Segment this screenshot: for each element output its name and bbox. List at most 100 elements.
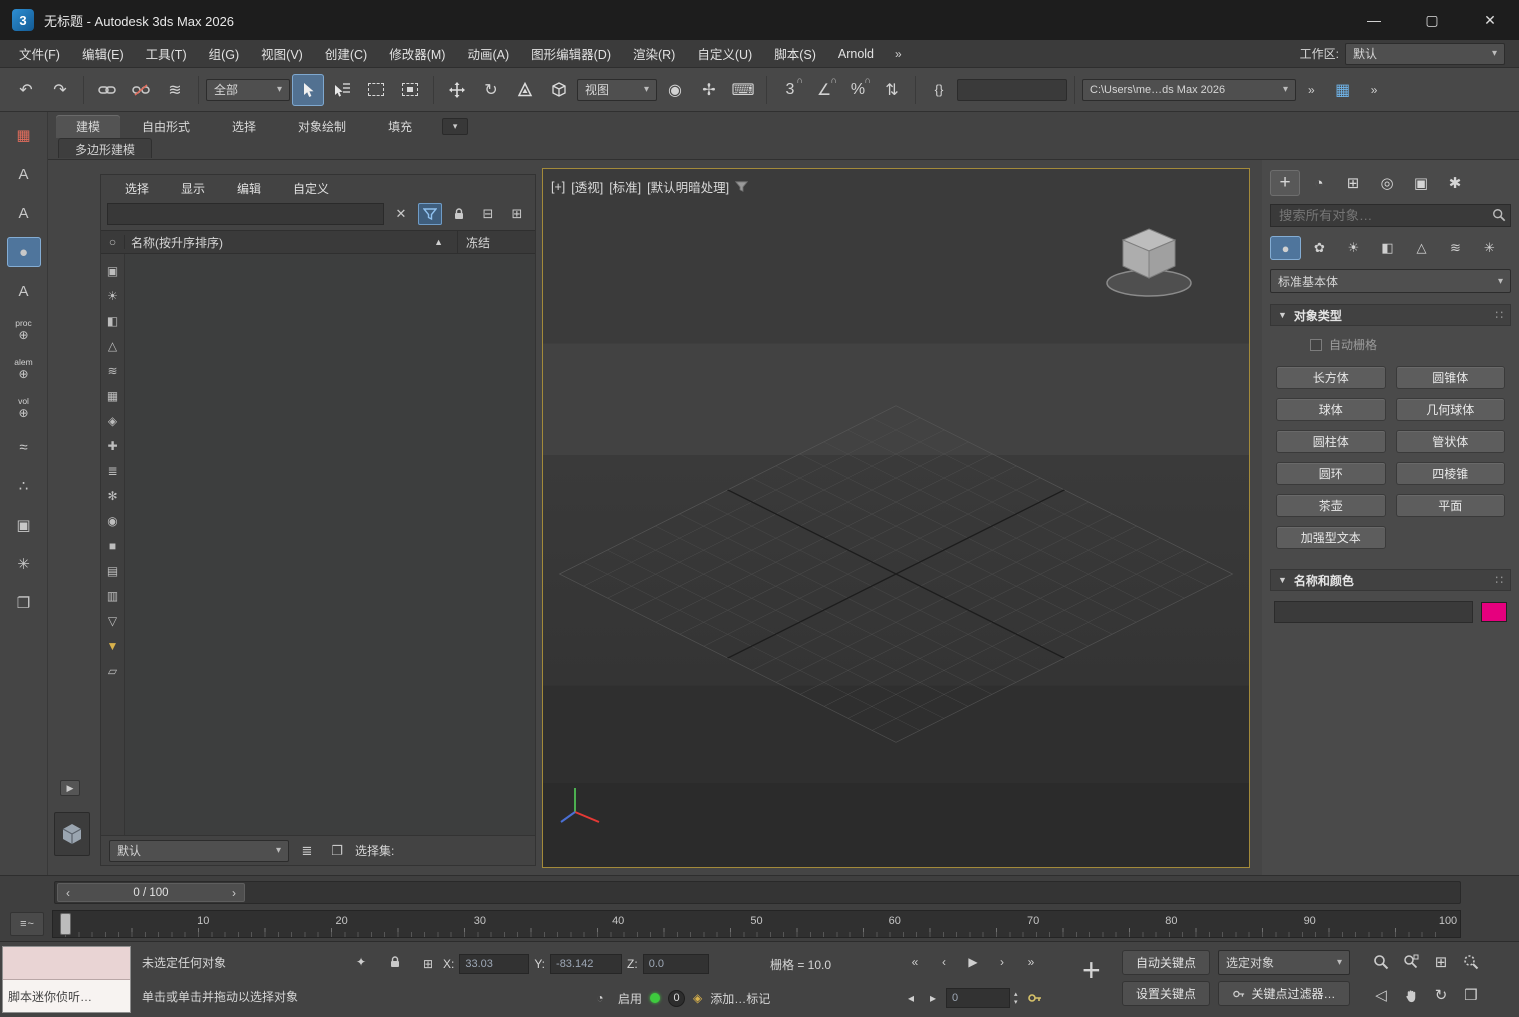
listener-script-pane[interactable]: 脚本迷你侦听… [3,980,130,1012]
ribbon-tab-modeling[interactable]: 建模 [56,115,120,138]
category-helpers-icon[interactable]: △ [1406,236,1437,260]
per-view-filter-icon[interactable] [735,180,748,193]
pan-button[interactable] [1396,980,1426,1010]
current-frame-field[interactable] [946,988,1010,1008]
workspace-dropdown[interactable]: 默认 ▾ [1345,43,1505,65]
z-coordinate-field[interactable] [643,954,709,974]
display-frozen-icon[interactable]: ■ [104,537,122,555]
object-type-rollout-header[interactable]: ▼ 对象类型 ∷ [1270,304,1511,326]
object-category-dropdown[interactable]: 标准基本体 ▾ [1270,269,1511,293]
frozen-column-header[interactable]: 冻结 [457,231,535,253]
select-and-link-icon[interactable] [91,74,123,106]
key-filters-button[interactable]: 关键点过滤器… [1218,981,1350,1006]
time-config-icon[interactable]: ◔ [590,986,610,1010]
object-color-swatch[interactable] [1481,602,1507,622]
use-pivot-center-button[interactable]: ◉ [659,74,691,106]
pick-layout-button[interactable]: ❐ [325,840,349,862]
display-layers-icon[interactable]: ≣ [104,462,122,480]
viewport-layout-tab[interactable] [54,812,90,856]
add-time-tag-label[interactable]: 添加…标记 [710,990,770,1007]
viewport-general-menu[interactable]: [+] [551,180,565,194]
minimize-button[interactable]: — [1345,0,1403,40]
filter-funnel-icon[interactable] [418,203,442,225]
light-text-icon[interactable]: A [7,276,41,306]
zoom-all-button[interactable] [1396,947,1426,977]
display-xrefs-icon[interactable]: ◈ [104,412,122,430]
tab-utilities-icon[interactable]: ✱ [1440,170,1470,196]
angle-snap-toggle[interactable]: ∠∩ [808,74,840,106]
auto-key-button[interactable]: 自动关键点 [1122,950,1210,975]
spinner-snap-toggle[interactable]: ⇅ [876,74,908,106]
sphere-button[interactable]: 球体 [1276,398,1386,421]
goto-end-button[interactable]: » [1018,950,1044,974]
coord-mode-icon[interactable]: ⊞ [418,952,438,976]
vol-tool-icon[interactable]: vol⊕ [7,393,41,423]
annotate-text-icon[interactable]: A [7,159,41,189]
viewport-canvas-icon[interactable]: ▦ [7,120,41,150]
explorer-menu-edit[interactable]: 编辑 [223,177,275,200]
category-spacewarps-icon[interactable]: ≋ [1440,236,1471,260]
object-name-field[interactable] [1274,601,1473,623]
name-color-rollout-header[interactable]: ▼ 名称和颜色 ∷ [1270,569,1511,591]
ribbon-tab-selection[interactable]: 选择 [212,115,276,138]
selection-lock-toggle[interactable] [382,950,408,974]
cone-button[interactable]: 圆锥体 [1396,366,1506,389]
explorer-object-list[interactable] [125,254,535,835]
select-and-rotate-button[interactable]: ↻ [475,74,507,106]
proc-tool-icon[interactable]: proc⊕ [7,315,41,345]
select-and-move-button[interactable] [441,74,473,106]
ribbon-subtab-polygon-modeling[interactable]: 多边形建模 [58,138,152,158]
display-modifiers-icon[interactable]: ✚ [104,437,122,455]
snaps-toggle-3d[interactable]: 3∩ [774,74,806,106]
maximize-button[interactable]: ▢ [1403,0,1461,40]
key-mode-back-icon[interactable]: ◂ [902,986,920,1010]
key-mode-forward-icon[interactable]: ▸ [924,986,942,1010]
percent-snap-toggle[interactable]: %∩ [842,74,874,106]
alem-tool-icon[interactable]: alem⊕ [7,354,41,384]
teapot-button[interactable]: 茶壶 [1276,494,1386,517]
rectangular-selection-region-button[interactable] [360,74,392,106]
annotate-shapes-icon[interactable]: A [7,198,41,228]
display-cameras-icon[interactable]: ◧ [104,312,122,330]
sphere-tool-icon[interactable]: ● [7,237,41,267]
orbit-button[interactable]: ↻ [1426,980,1456,1010]
pyramid-button[interactable]: 四棱锥 [1396,462,1506,485]
category-systems-icon[interactable]: ✳ [1474,236,1505,260]
viewport-standard-menu[interactable]: [标准] [609,177,641,196]
display-column-icon[interactable]: ○ [101,235,125,249]
menu-overflow-icon[interactable]: » [885,47,912,61]
category-lights-icon[interactable]: ☀ [1338,236,1369,260]
time-slider-next-icon[interactable]: › [224,886,244,900]
lock-explorer-icon[interactable] [447,203,471,225]
advanced-filter-icon[interactable]: ▼ [104,637,122,655]
category-shapes-icon[interactable]: ✿ [1304,236,1335,260]
explorer-preset-dropdown[interactable]: 默认 ▾ [109,840,289,862]
unlink-selection-icon[interactable] [125,74,157,106]
display-geometry-icon[interactable]: ▣ [104,262,122,280]
plane-button[interactable]: 平面 [1396,494,1506,517]
window-crossing-toggle[interactable] [394,74,426,106]
category-geometry-icon[interactable]: ● [1270,236,1301,260]
menu-graph-editors[interactable]: 图形编辑器(D) [520,40,622,67]
maximize-viewport-toggle[interactable]: ❒ [1456,980,1486,1010]
menu-views[interactable]: 视图(V) [250,40,314,67]
frame-spinner[interactable]: ▴ ▾ [1014,991,1018,1006]
menu-tools[interactable]: 工具(T) [135,40,198,67]
play-button[interactable]: ▶ [960,950,986,974]
name-column-header[interactable]: 名称(按升序排序) ▲ [125,234,457,251]
display-bitmaps-icon[interactable]: ▦ [104,387,122,405]
display-visibility-icon[interactable]: ◉ [104,512,122,530]
menu-modifiers[interactable]: 修改器(M) [378,40,456,67]
spin-up-icon[interactable]: ▴ [1014,991,1018,998]
isolate-selection-toggle[interactable]: ✦ [348,950,374,974]
clear-search-icon[interactable]: ✕ [389,203,413,225]
ribbon-options-button[interactable]: ▾ [442,118,468,135]
degradation-count-badge[interactable]: 0 [668,990,685,1007]
edit-named-selection-sets-button[interactable]: {} [923,74,955,106]
x-coordinate-field[interactable] [459,954,529,974]
character-tool-icon[interactable]: ✳ [7,549,41,579]
tab-display-icon[interactable]: ▣ [1406,170,1436,196]
open-scene-explorer-button[interactable]: ▦ [1327,74,1359,106]
display-lights-icon[interactable]: ☀ [104,287,122,305]
explorer-menu-customize[interactable]: 自定义 [279,177,343,200]
